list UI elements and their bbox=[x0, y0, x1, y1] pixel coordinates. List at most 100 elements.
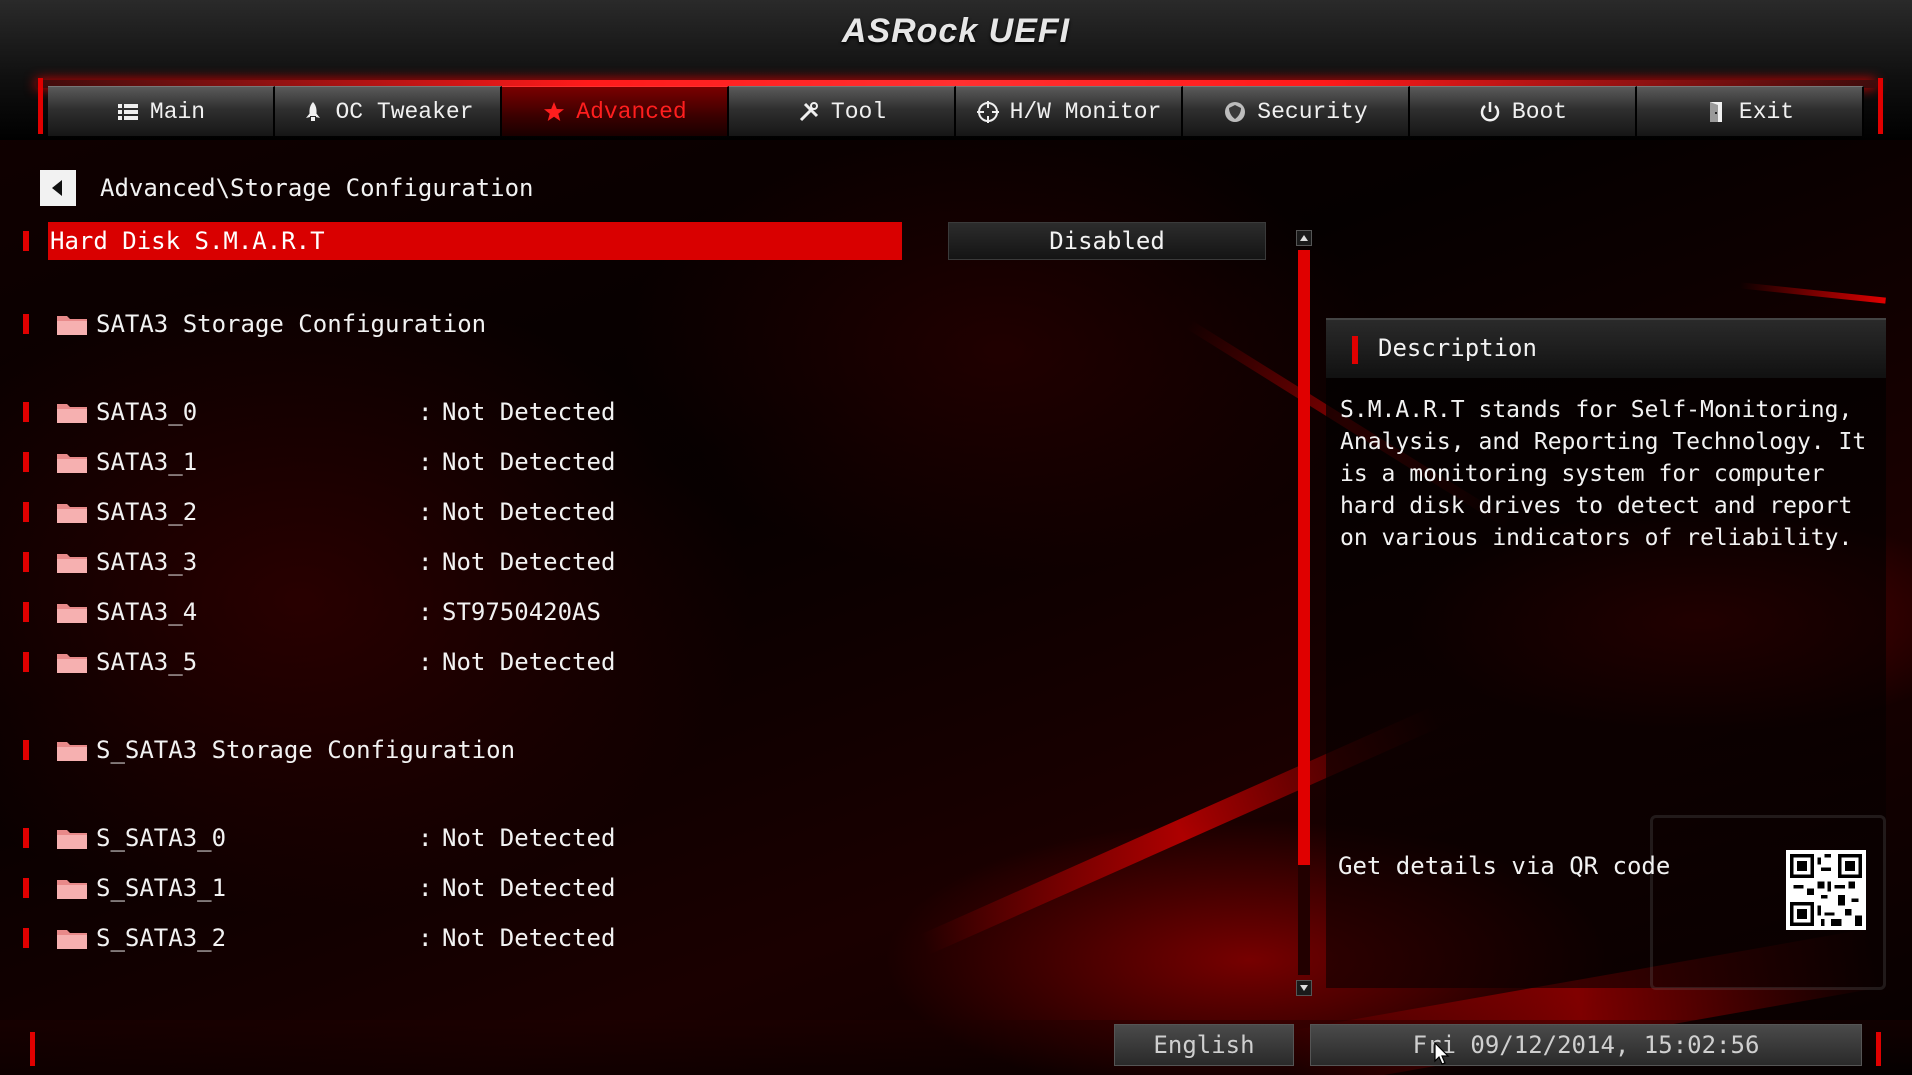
row-marker bbox=[23, 828, 29, 848]
exit-door-icon bbox=[1705, 100, 1729, 124]
port-status: Not Detected bbox=[442, 874, 616, 902]
crosshair-icon bbox=[976, 100, 1000, 124]
description-text: S.M.A.R.T stands for Self-Monitoring, An… bbox=[1340, 397, 1867, 551]
folder-icon bbox=[57, 930, 87, 949]
port-name: SATA3_0 bbox=[96, 398, 198, 426]
panel-accent bbox=[1740, 282, 1886, 304]
scroll-down-button[interactable] bbox=[1296, 980, 1312, 996]
row-marker bbox=[23, 652, 29, 672]
back-arrow-icon bbox=[52, 180, 62, 196]
row-marker bbox=[23, 928, 29, 948]
tab-oc-tweaker[interactable]: OC Tweaker bbox=[275, 86, 502, 136]
power-icon bbox=[1478, 100, 1502, 124]
folder-icon bbox=[57, 880, 87, 899]
folder-icon bbox=[57, 504, 87, 523]
port-row-s-sata3-1[interactable]: S_SATA3_1 : Not Detected bbox=[56, 870, 615, 906]
folder-icon bbox=[57, 316, 87, 335]
tab-label: OC Tweaker bbox=[335, 98, 474, 125]
back-button[interactable] bbox=[40, 170, 76, 206]
port-status: Not Detected bbox=[442, 498, 616, 526]
star-icon bbox=[542, 100, 566, 124]
separator: : bbox=[418, 824, 433, 852]
port-name: S_SATA3_2 bbox=[96, 924, 227, 952]
rocket-icon bbox=[301, 100, 325, 124]
folder-icon bbox=[57, 454, 87, 473]
qr-code[interactable] bbox=[1786, 850, 1866, 930]
tab-label: Advanced bbox=[576, 98, 687, 125]
header-accent bbox=[1878, 78, 1883, 134]
separator: : bbox=[418, 874, 433, 902]
arrow-up-icon bbox=[1300, 235, 1308, 241]
folder-icon bbox=[57, 654, 87, 673]
language-button[interactable]: English bbox=[1114, 1024, 1294, 1066]
port-status: Not Detected bbox=[442, 548, 616, 576]
footer-accent bbox=[1876, 1032, 1881, 1066]
port-name: SATA3_5 bbox=[96, 648, 198, 676]
qr-code-label: Get details via QR code bbox=[1338, 852, 1671, 880]
section-title: S_SATA3 Storage Configuration bbox=[96, 736, 516, 764]
footer-accent bbox=[30, 1032, 35, 1066]
separator: : bbox=[418, 598, 433, 626]
port-status: Not Detected bbox=[442, 824, 616, 852]
tab-advanced[interactable]: Advanced bbox=[502, 86, 729, 136]
hard-disk-smart-option[interactable]: Hard Disk S.M.A.R.T bbox=[48, 222, 902, 260]
app-logo: ASRock UEFI bbox=[841, 12, 1071, 50]
description-title: Description bbox=[1378, 334, 1537, 362]
tab-boot[interactable]: Boot bbox=[1410, 86, 1637, 136]
sata3-config-submenu[interactable]: SATA3 Storage Configuration bbox=[56, 306, 486, 342]
port-status: ST9750420AS bbox=[442, 598, 601, 626]
folder-icon bbox=[57, 554, 87, 573]
tab-security[interactable]: Security bbox=[1183, 86, 1410, 136]
s-sata3-config-submenu[interactable]: S_SATA3 Storage Configuration bbox=[56, 732, 515, 768]
row-marker bbox=[23, 552, 29, 572]
smart-value-dropdown[interactable]: Disabled bbox=[948, 222, 1266, 260]
tab-hw-monitor[interactable]: H/W Monitor bbox=[956, 86, 1183, 136]
folder-icon bbox=[57, 404, 87, 423]
separator: : bbox=[418, 548, 433, 576]
folder-icon bbox=[57, 830, 87, 849]
tab-tool[interactable]: Tool bbox=[729, 86, 956, 136]
port-row-sata3-2[interactable]: SATA3_2 : Not Detected bbox=[56, 494, 615, 530]
row-marker bbox=[23, 878, 29, 898]
row-marker bbox=[23, 452, 29, 472]
port-row-sata3-4[interactable]: SATA3_4 : ST9750420AS bbox=[56, 594, 601, 630]
port-name: SATA3_4 bbox=[96, 598, 198, 626]
port-row-s-sata3-2[interactable]: S_SATA3_2 : Not Detected bbox=[56, 920, 615, 956]
row-marker bbox=[23, 602, 29, 622]
port-row-sata3-5[interactable]: SATA3_5 : Not Detected bbox=[56, 644, 615, 680]
row-marker bbox=[23, 502, 29, 522]
port-name: SATA3_2 bbox=[96, 498, 198, 526]
tab-label: Security bbox=[1257, 98, 1368, 125]
separator: : bbox=[418, 498, 433, 526]
row-marker bbox=[23, 231, 29, 251]
tab-label: Boot bbox=[1511, 98, 1568, 125]
scrollbar-thumb[interactable] bbox=[1298, 250, 1310, 865]
shield-icon bbox=[1223, 100, 1247, 124]
scroll-up-button[interactable] bbox=[1296, 230, 1312, 246]
qr-code-icon bbox=[1790, 854, 1862, 926]
tab-label: H/W Monitor bbox=[1009, 98, 1162, 125]
option-label: Hard Disk S.M.A.R.T bbox=[50, 227, 325, 255]
header: ASRock UEFI Main OC Tweaker Advanced Too… bbox=[0, 0, 1912, 140]
row-marker bbox=[23, 402, 29, 422]
port-row-s-sata3-0[interactable]: S_SATA3_0 : Not Detected bbox=[56, 820, 615, 856]
separator: : bbox=[418, 398, 433, 426]
port-row-sata3-0[interactable]: SATA3_0 : Not Detected bbox=[56, 394, 615, 430]
section-title: SATA3 Storage Configuration bbox=[96, 310, 487, 338]
list-icon bbox=[116, 100, 140, 124]
tab-exit[interactable]: Exit bbox=[1637, 86, 1864, 136]
port-row-sata3-3[interactable]: SATA3_3 : Not Detected bbox=[56, 544, 615, 580]
port-name: S_SATA3_0 bbox=[96, 824, 227, 852]
breadcrumb: Advanced\Storage Configuration bbox=[100, 174, 534, 202]
row-marker bbox=[23, 740, 29, 760]
tab-label: Tool bbox=[830, 98, 887, 125]
port-row-sata3-1[interactable]: SATA3_1 : Not Detected bbox=[56, 444, 615, 480]
port-name: SATA3_1 bbox=[96, 448, 198, 476]
separator: : bbox=[418, 448, 433, 476]
datetime-display: Fri 09/12/2014, 15:02:56 bbox=[1310, 1024, 1862, 1066]
mouse-cursor-icon bbox=[1434, 1042, 1450, 1065]
separator: : bbox=[418, 648, 433, 676]
tab-main[interactable]: Main bbox=[48, 86, 275, 136]
tools-icon bbox=[797, 100, 821, 124]
folder-icon bbox=[57, 604, 87, 623]
